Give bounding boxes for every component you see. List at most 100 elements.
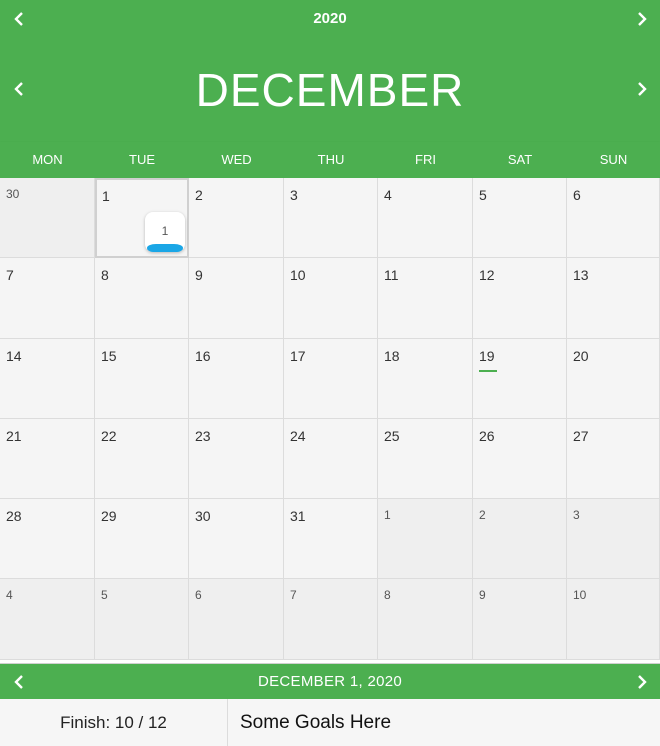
chevron-left-icon xyxy=(14,82,23,96)
day-number: 6 xyxy=(195,588,202,602)
day-cell[interactable]: 9 xyxy=(473,579,567,660)
day-cell[interactable]: 14 xyxy=(0,339,95,419)
selected-date-title: DECEMBER 1, 2020 xyxy=(257,673,403,690)
day-number: 13 xyxy=(573,267,589,283)
day-number: 30 xyxy=(195,508,211,524)
day-number: 18 xyxy=(384,348,400,364)
day-cell[interactable]: 15 xyxy=(95,339,189,419)
weekday-sat: SAT xyxy=(507,152,533,167)
day-cell[interactable]: 7 xyxy=(0,258,95,339)
day-cell[interactable]: 2 xyxy=(473,499,567,579)
weekday-tue: TUE xyxy=(129,152,155,167)
day-number: 3 xyxy=(290,187,298,203)
day-cell[interactable]: 3 xyxy=(567,499,660,579)
next-month-button[interactable] xyxy=(627,74,657,104)
day-number: 5 xyxy=(101,588,108,602)
day-number: 25 xyxy=(384,428,400,444)
event-count: 1 xyxy=(161,224,169,238)
day-number: 3 xyxy=(573,508,580,522)
day-number: 24 xyxy=(290,428,306,444)
chevron-right-icon xyxy=(638,82,647,96)
day-cell[interactable]: 17 xyxy=(284,339,378,419)
day-number: 19 xyxy=(479,348,495,364)
day-cell[interactable]: 3 xyxy=(284,178,378,258)
day-number: 14 xyxy=(6,348,22,364)
day-cell[interactable]: 21 xyxy=(0,419,95,499)
day-number: 20 xyxy=(573,348,589,364)
finish-count: Finish: 10 / 12 xyxy=(0,699,228,746)
day-summary: Finish: 10 / 12 Some Goals Here xyxy=(0,699,660,746)
goals-text[interactable]: Some Goals Here xyxy=(240,699,391,746)
next-year-button[interactable] xyxy=(627,4,657,34)
prev-year-button[interactable] xyxy=(4,4,34,34)
day-number: 10 xyxy=(290,267,306,283)
day-number: 21 xyxy=(6,428,22,444)
next-day-button[interactable] xyxy=(627,667,657,697)
day-cell[interactable]: 11 xyxy=(95,178,189,258)
day-cell[interactable]: 10 xyxy=(567,579,660,660)
weekday-mon: MON xyxy=(32,152,63,167)
day-cell[interactable]: 23 xyxy=(189,419,284,499)
day-cell[interactable]: 24 xyxy=(284,419,378,499)
day-number: 5 xyxy=(479,187,487,203)
day-number: 7 xyxy=(290,588,297,602)
chevron-right-icon xyxy=(638,12,647,26)
day-number: 29 xyxy=(101,508,117,524)
day-cell[interactable]: 7 xyxy=(284,579,378,660)
day-cell[interactable]: 31 xyxy=(284,499,378,579)
day-cell[interactable]: 29 xyxy=(95,499,189,579)
day-cell[interactable]: 8 xyxy=(378,579,473,660)
event-badge[interactable]: 1 xyxy=(145,212,185,252)
day-cell[interactable]: 12 xyxy=(473,258,567,339)
month-title: DECEMBER xyxy=(195,64,465,116)
selected-date-bar: DECEMBER 1, 2020 xyxy=(0,663,660,699)
prev-month-button[interactable] xyxy=(4,74,34,104)
weekday-thu: THU xyxy=(317,152,345,167)
day-cell[interactable]: 2 xyxy=(189,178,284,258)
day-cell[interactable]: 18 xyxy=(378,339,473,419)
today-indicator xyxy=(479,370,497,372)
chevron-right-icon xyxy=(638,675,647,689)
day-cell[interactable]: 8 xyxy=(95,258,189,339)
year-title: 2020 xyxy=(313,10,347,27)
day-number: 26 xyxy=(479,428,495,444)
day-cell[interactable]: 30 xyxy=(0,178,95,258)
day-number: 4 xyxy=(6,588,13,602)
day-number: 4 xyxy=(384,187,392,203)
day-cell[interactable]: 26 xyxy=(473,419,567,499)
chevron-left-icon xyxy=(14,675,23,689)
day-cell[interactable]: 16 xyxy=(189,339,284,419)
day-cell[interactable]: 5 xyxy=(95,579,189,660)
day-cell[interactable]: 13 xyxy=(567,258,660,339)
day-number: 28 xyxy=(6,508,22,524)
day-number: 1 xyxy=(384,508,391,522)
day-cell[interactable]: 11 xyxy=(378,258,473,339)
day-cell[interactable]: 30 xyxy=(189,499,284,579)
day-number: 12 xyxy=(479,267,495,283)
weekday-header: MON TUE WED THU FRI SAT SUN xyxy=(0,142,660,178)
day-cell[interactable]: 22 xyxy=(95,419,189,499)
day-cell[interactable]: 28 xyxy=(0,499,95,579)
day-number: 17 xyxy=(290,348,306,364)
day-cell[interactable]: 27 xyxy=(567,419,660,499)
day-number: 8 xyxy=(384,588,391,602)
day-cell[interactable]: 6 xyxy=(567,178,660,258)
day-cell[interactable]: 1 xyxy=(378,499,473,579)
day-cell[interactable]: 6 xyxy=(189,579,284,660)
weekday-sun: SUN xyxy=(599,152,628,167)
day-number: 22 xyxy=(101,428,117,444)
day-cell[interactable]: 19 xyxy=(473,339,567,419)
day-number: 2 xyxy=(479,508,486,522)
day-cell[interactable]: 25 xyxy=(378,419,473,499)
month-nav-bar: DECEMBER xyxy=(0,38,660,142)
day-number: 11 xyxy=(384,267,399,283)
day-number: 31 xyxy=(290,508,306,524)
prev-day-button[interactable] xyxy=(4,667,34,697)
day-cell[interactable]: 4 xyxy=(378,178,473,258)
day-cell[interactable]: 5 xyxy=(473,178,567,258)
day-cell[interactable]: 10 xyxy=(284,258,378,339)
day-cell[interactable]: 20 xyxy=(567,339,660,419)
day-cell[interactable]: 4 xyxy=(0,579,95,660)
day-cell[interactable]: 9 xyxy=(189,258,284,339)
day-number: 16 xyxy=(195,348,211,364)
